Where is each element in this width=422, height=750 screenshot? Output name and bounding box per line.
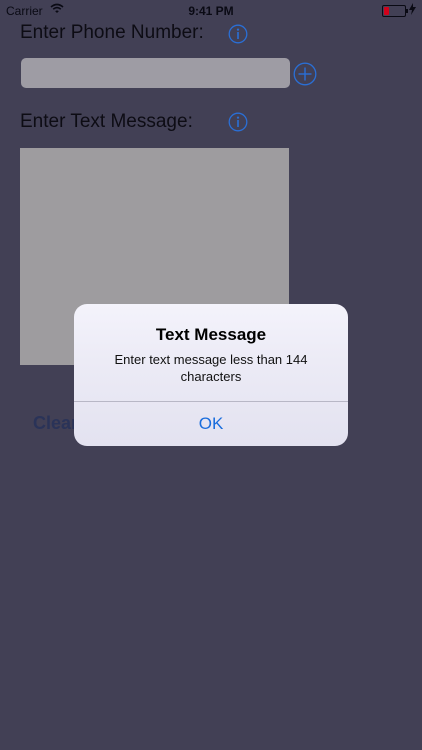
alert-dialog: Text Message Enter text message less tha… xyxy=(74,304,348,446)
ok-button[interactable]: OK xyxy=(74,402,348,446)
alert-overlay: Text Message Enter text message less tha… xyxy=(0,0,422,750)
alert-message: Enter text message less than 144 charact… xyxy=(114,352,308,384)
alert-title: Text Message xyxy=(155,325,267,344)
